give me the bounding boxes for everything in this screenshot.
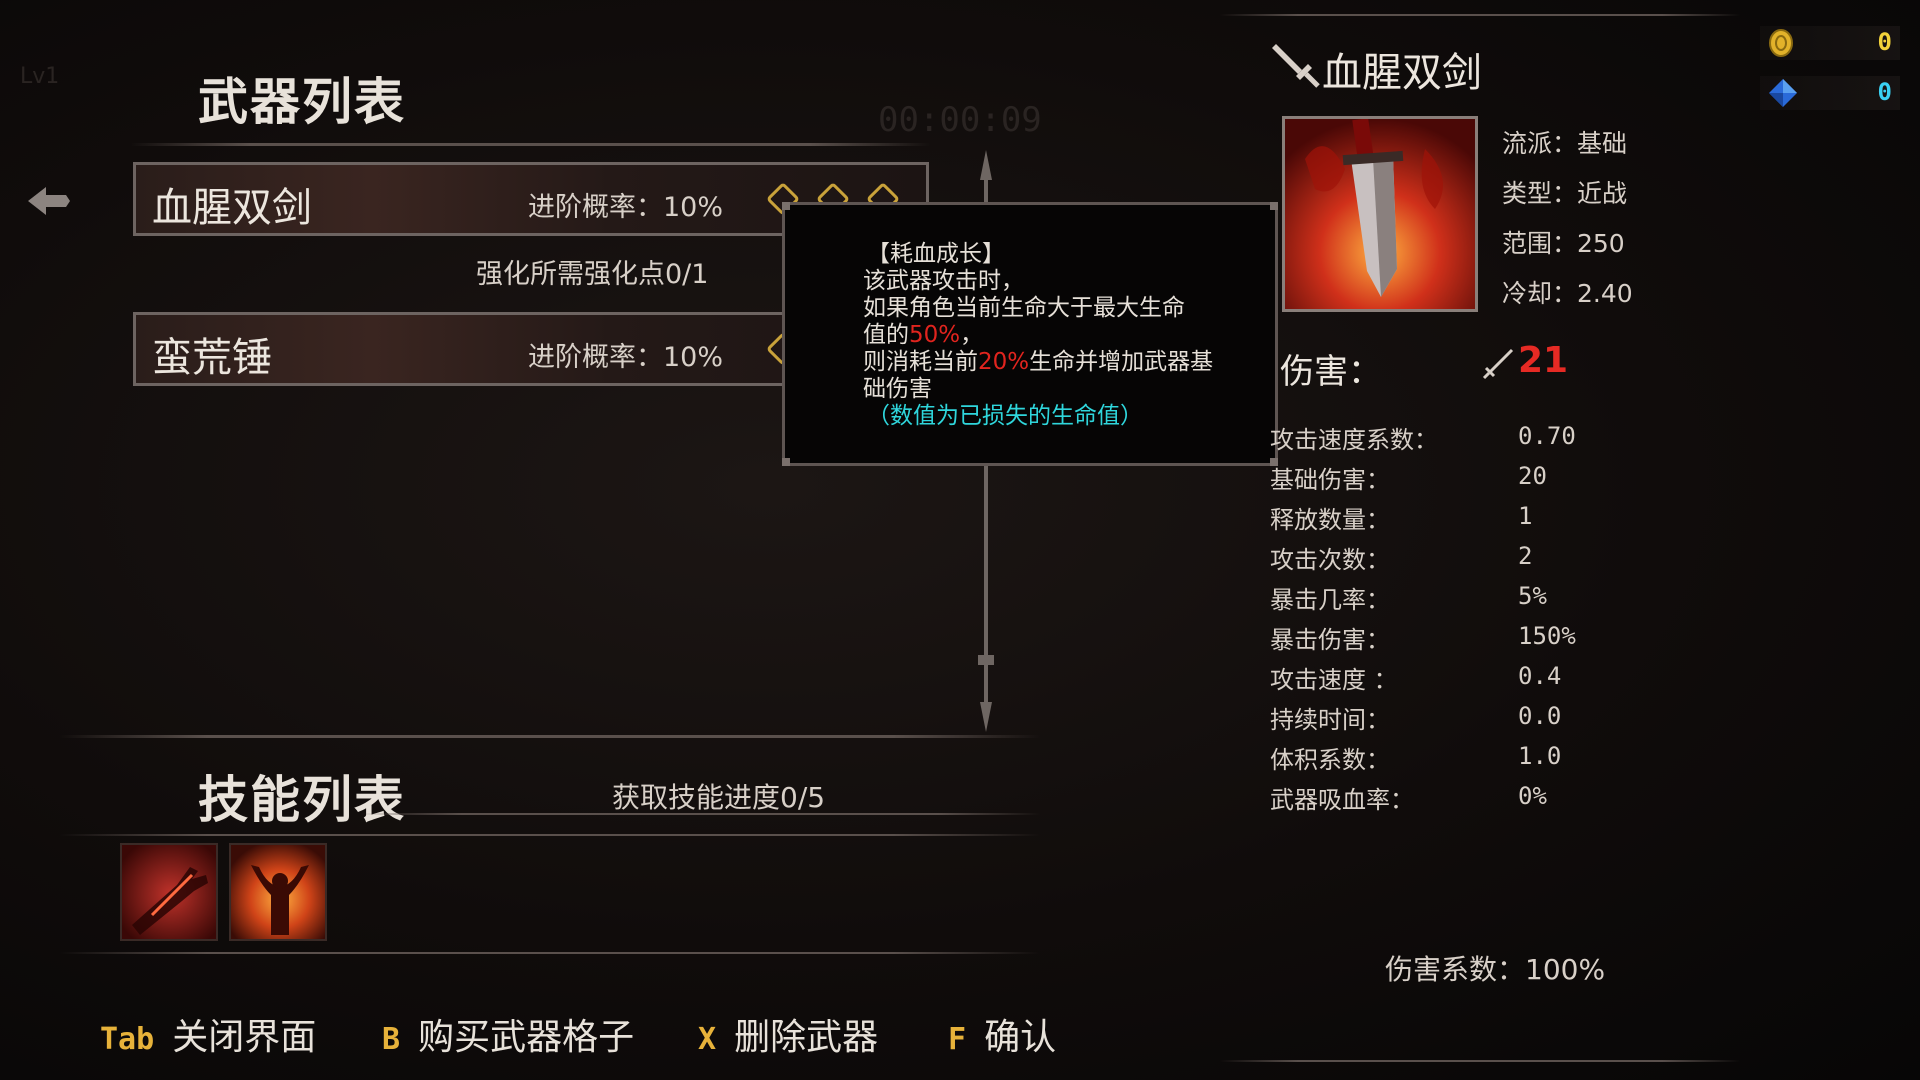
skill-list-divider-top: [60, 735, 1040, 738]
weapon-list-divider: [130, 143, 930, 146]
damage-sword-icon: [1482, 348, 1514, 380]
stat-value: 5%: [1518, 582, 1547, 610]
tooltip-line: 值的50%，: [863, 322, 984, 348]
stat-value: 150%: [1518, 622, 1576, 650]
tooltip-corner: [782, 458, 790, 466]
stat-label: 武器吸血率：: [1270, 786, 1414, 814]
detail-weapon-name: 血腥双剑: [1322, 50, 1482, 96]
tooltip-corner: [782, 202, 790, 210]
hint-confirm[interactable]: F 确认: [948, 1008, 1056, 1060]
skill-list-divider-mid: [60, 834, 1040, 836]
blue-gem-icon: [1769, 79, 1797, 107]
rage-flame-skill-icon[interactable]: [229, 843, 327, 941]
stat-value: 2: [1518, 542, 1533, 570]
stat-label: 基础伤害：: [1270, 466, 1390, 494]
weapon-advance-chance: 进阶概率：10%: [528, 192, 724, 223]
upgrade-points-required: 强化所需强化点0/1: [476, 259, 709, 290]
stat-value: 20: [1518, 462, 1547, 490]
sword-icon: [1272, 44, 1320, 88]
skill-list-divider-bottom: [60, 952, 1040, 954]
stat-value: 0.4: [1518, 662, 1562, 690]
detail-school: 流派：基础: [1502, 129, 1628, 158]
weapon-name: 血腥双剑: [152, 185, 312, 231]
gold-amount: 0: [1877, 28, 1892, 56]
weapon-name: 蛮荒锤: [152, 335, 272, 381]
stat-label: 攻击速度 ：: [1270, 666, 1398, 694]
weapon-list-title: 武器列表: [198, 73, 406, 131]
detail-type: 类型：近战: [1502, 179, 1628, 208]
stat-label: 暴击伤害：: [1270, 626, 1390, 654]
background-level: Lv1: [20, 64, 60, 89]
tooltip-title: 【耗血成长】: [867, 241, 1005, 267]
stat-value: 1: [1518, 502, 1533, 530]
tooltip-line: 础伤害: [863, 376, 932, 402]
stat-label: 暴击几率：: [1270, 586, 1390, 614]
stat-value: 0.0: [1518, 702, 1562, 730]
passive-tooltip: 【耗血成长】 该武器攻击时， 如果角色当前生命大于最大生命 值的50%， 则消耗…: [782, 202, 1278, 466]
stat-value: 0.70: [1518, 422, 1576, 450]
damage-value: 21: [1518, 340, 1569, 381]
tooltip-note: （数值为已损失的生命值）: [867, 403, 1143, 429]
tooltip-line: 如果角色当前生命大于最大生命: [863, 295, 1185, 321]
stat-label: 体积系数：: [1270, 746, 1390, 774]
weapon-advance-chance: 进阶概率：10%: [528, 342, 724, 373]
hint-delete-weapon[interactable]: X 删除武器: [698, 1008, 878, 1060]
skill-progress: 获取技能进度0/5: [612, 781, 826, 814]
detail-range: 范围：250: [1502, 229, 1625, 258]
weapon-portrait: [1282, 116, 1478, 312]
damage-coefficient: 伤害系数：100%: [1385, 953, 1606, 986]
gem-currency: 0: [1760, 76, 1900, 110]
tooltip-line: 该武器攻击时，: [863, 268, 1024, 294]
gem-amount: 0: [1877, 78, 1892, 106]
stat-label: 攻击速度系数：: [1270, 426, 1438, 454]
detail-cooldown: 冷却：2.40: [1502, 279, 1633, 308]
skill-progress-underline: [360, 813, 1040, 815]
gold-coin-icon: [1769, 29, 1793, 57]
bleeding-arm-skill-icon[interactable]: [120, 843, 218, 941]
stat-value: 0%: [1518, 782, 1547, 810]
stat-label: 释放数量：: [1270, 506, 1390, 534]
tooltip-line: 则消耗当前20%生命并增加武器基: [863, 349, 1214, 375]
hint-close-interface[interactable]: Tab 关闭界面: [100, 1008, 316, 1060]
skill-list-title: 技能列表: [198, 771, 406, 829]
tooltip-corner: [1270, 202, 1278, 210]
detail-bottom-ornament: [1220, 1060, 1740, 1062]
detail-top-ornament: [1220, 14, 1740, 16]
stat-label: 攻击次数：: [1270, 546, 1390, 574]
gold-currency: 0: [1760, 26, 1900, 60]
stat-value: 1.0: [1518, 742, 1562, 770]
side-arrow-icon[interactable]: [26, 183, 72, 219]
stat-label: 持续时间：: [1270, 706, 1390, 734]
background-timer: 00:00:09: [878, 100, 1042, 140]
hint-buy-weapon-slot[interactable]: B 购买武器格子: [382, 1008, 634, 1060]
damage-label: 伤害：: [1280, 352, 1382, 392]
